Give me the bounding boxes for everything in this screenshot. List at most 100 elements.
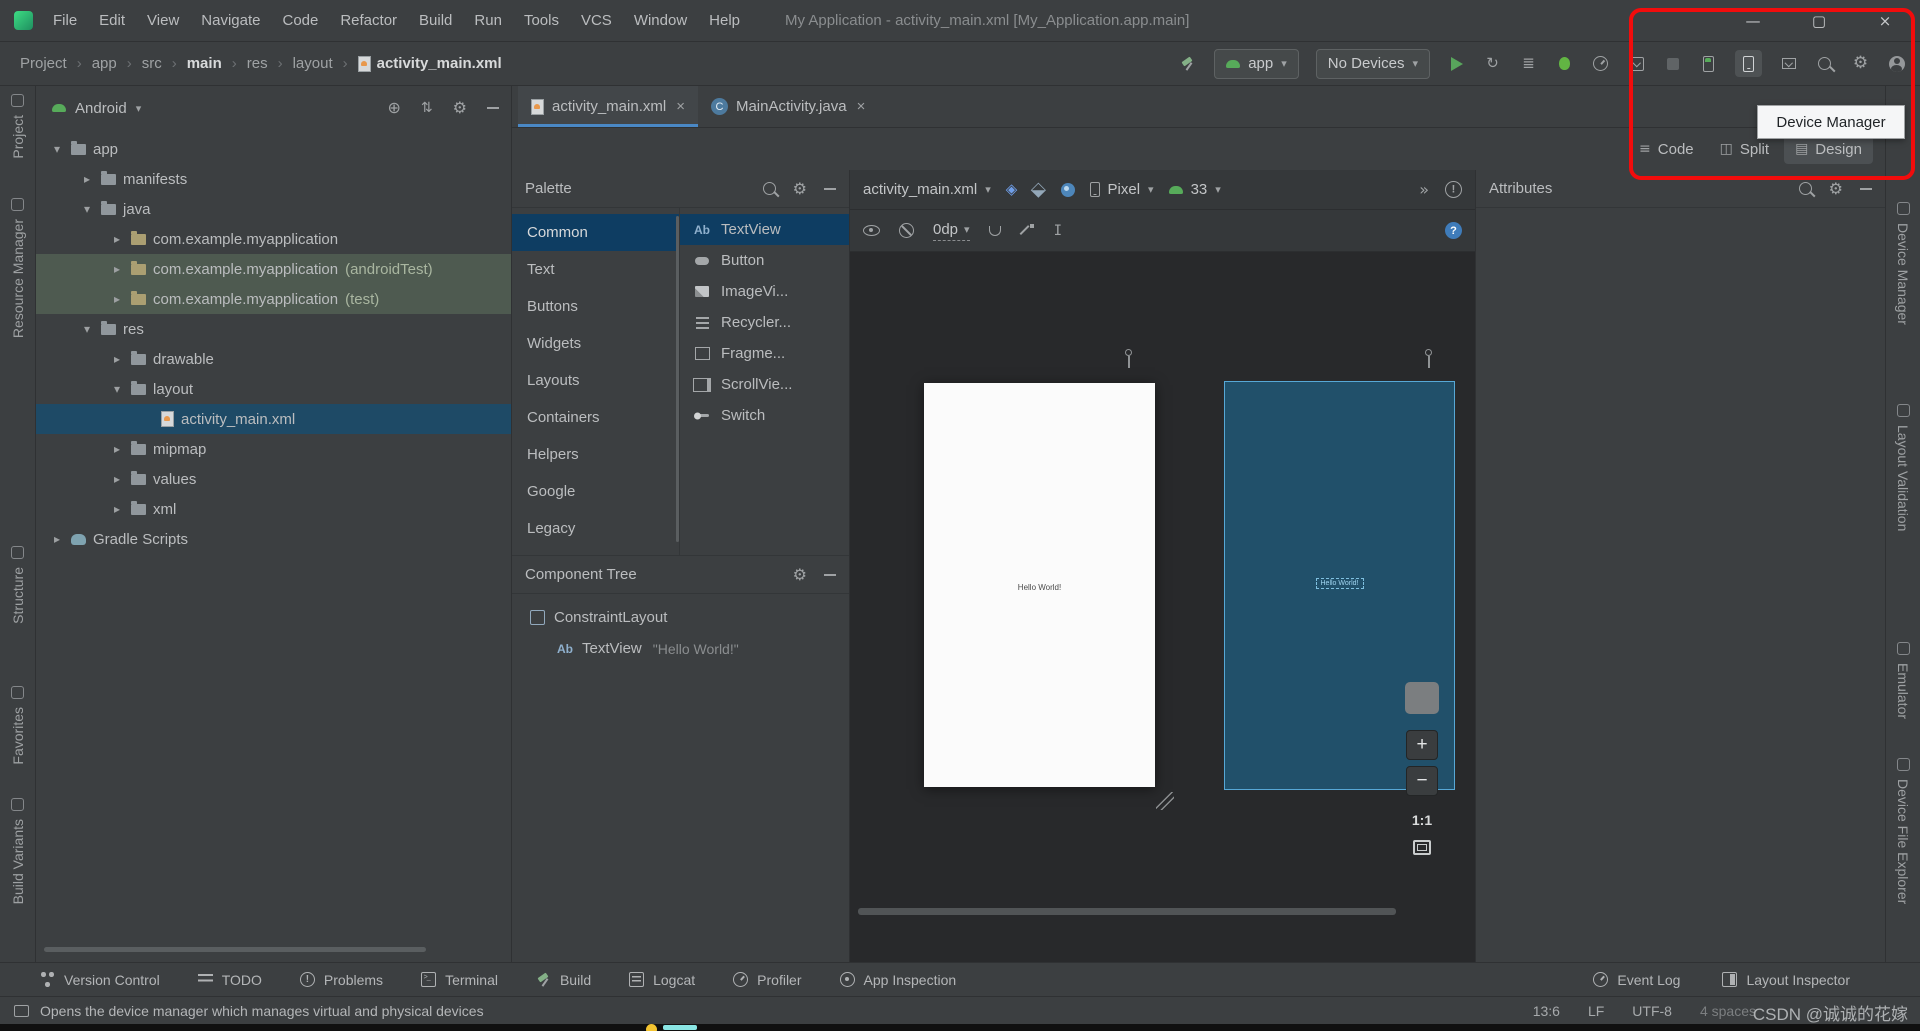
run-button[interactable] <box>1447 54 1466 73</box>
device-manager-icon[interactable] <box>1735 50 1762 77</box>
tree-item[interactable]: ▾ layout <box>36 374 511 404</box>
palette-scrollbar[interactable] <box>676 216 679 542</box>
tool-window-bar-item[interactable]: App Inspection <box>839 972 956 988</box>
palette-item[interactable]: Switch <box>680 400 849 431</box>
hide-panel-icon[interactable] <box>487 107 499 109</box>
tree-item[interactable]: ▸ xml <box>36 494 511 524</box>
attributes-hide-icon[interactable] <box>1860 187 1872 190</box>
blueprint-toggle-icon[interactable]: ◪ <box>1029 179 1050 200</box>
palette-item[interactable]: Fragme... <box>680 338 849 369</box>
palette-item[interactable]: ImageVi... <box>680 276 849 307</box>
palette-item[interactable]: Button <box>680 245 849 276</box>
tool-window-bar-item[interactable]: Profiler <box>733 972 802 988</box>
zoom-to-fit-icon[interactable] <box>1413 840 1431 855</box>
collapse-all-icon[interactable]: ⇅ <box>421 101 433 115</box>
zoom-in-button[interactable]: + <box>1406 730 1438 760</box>
toolbar-overflow-icon[interactable]: » <box>1419 181 1429 198</box>
palette-item[interactable]: ScrollVie... <box>680 369 849 400</box>
tree-item[interactable]: ▸ mipmap <box>36 434 511 464</box>
tool-window-bar-item[interactable]: TODO <box>197 972 262 988</box>
file-encoding[interactable]: UTF-8 <box>1632 1003 1672 1019</box>
tree-item[interactable]: ▾ res <box>36 314 511 344</box>
palette-category[interactable]: Helpers <box>512 436 679 473</box>
tree-item[interactable]: ▸ com.example.myapplication (androidTest… <box>36 254 511 284</box>
editor-tab[interactable]: activity_main.xml × <box>518 86 698 127</box>
breadcrumb-item[interactable]: layout <box>293 55 358 72</box>
palette-item[interactable]: Recycler... <box>680 307 849 338</box>
attach-debugger-icon[interactable] <box>1627 54 1646 73</box>
tree-item[interactable]: ▾ app <box>36 134 511 164</box>
preview-textview[interactable]: Hello World! <box>1018 583 1061 592</box>
avd-manager-icon[interactable] <box>1699 54 1718 73</box>
breadcrumb-item[interactable]: app <box>92 55 142 72</box>
build-hammer-icon[interactable] <box>1178 54 1197 73</box>
tool-window-bar-item[interactable]: Logcat <box>629 972 695 988</box>
palette-category[interactable]: Text <box>512 251 679 288</box>
device-selector[interactable]: No Devices ▾ <box>1315 48 1430 79</box>
breadcrumb-item[interactable]: Project <box>20 55 92 72</box>
cursor-position[interactable]: 13:6 <box>1533 1003 1560 1019</box>
palette-category[interactable]: Google <box>512 473 679 510</box>
tree-item[interactable]: activity_main.xml <box>36 404 511 434</box>
palette-category[interactable]: Containers <box>512 399 679 436</box>
editor-mode-button[interactable]: Code <box>1628 135 1705 164</box>
apply-code-changes-icon[interactable]: ≣ <box>1519 54 1538 73</box>
menu-item[interactable]: Run <box>463 6 513 36</box>
close-tab-icon[interactable]: × <box>676 98 685 115</box>
menu-item[interactable]: Window <box>623 6 698 36</box>
tree-item[interactable]: ▸ Gradle Scripts <box>36 524 511 554</box>
tree-item[interactable]: ▸ values <box>36 464 511 494</box>
locate-file-icon[interactable]: ⊕ <box>388 100 401 116</box>
component-tree-gear-icon[interactable]: ⚙ <box>793 566 807 583</box>
tree-item[interactable]: ▸ com.example.myapplication <box>36 224 511 254</box>
canvas-horizontal-scrollbar[interactable] <box>858 908 1396 915</box>
help-icon[interactable] <box>1445 222 1462 239</box>
palette-gear-icon[interactable]: ⚙ <box>793 180 807 197</box>
component-tree-item[interactable]: Ab TextView "Hello World!" <box>512 633 849 664</box>
debug-icon[interactable] <box>1555 54 1574 73</box>
breadcrumb-item[interactable]: res <box>247 55 293 72</box>
view-options-icon[interactable] <box>863 225 880 236</box>
editor-tab[interactable]: C MainActivity.java × <box>698 86 878 127</box>
indent-style[interactable]: 4 spaces <box>1700 1003 1756 1019</box>
tool-window-button[interactable]: Build Variants <box>0 798 35 904</box>
design-preview[interactable]: Hello World! <box>924 383 1155 787</box>
menu-item[interactable]: Help <box>698 6 751 36</box>
attributes-gear-icon[interactable]: ⚙ <box>1829 180 1843 197</box>
palette-category[interactable]: Widgets <box>512 325 679 362</box>
sdk-manager-icon[interactable] <box>1779 54 1798 73</box>
line-separator[interactable]: LF <box>1588 1003 1604 1019</box>
minimize-icon[interactable]: — <box>1742 12 1764 30</box>
zoom-ratio-button[interactable]: 1:1 <box>1412 812 1432 828</box>
design-surface-icon[interactable]: ◈ <box>1006 182 1018 197</box>
profile-avatar-icon[interactable] <box>1887 54 1906 73</box>
blueprint-textview[interactable]: Hello World! <box>1315 578 1364 589</box>
breadcrumb-item[interactable]: src <box>142 55 187 72</box>
zoom-out-button[interactable]: − <box>1406 766 1438 796</box>
tool-window-button[interactable]: Favorites <box>0 686 35 765</box>
design-canvas[interactable]: Hello World! Hello World! + − 1:1 <box>850 252 1475 962</box>
menu-item[interactable]: File <box>42 6 88 36</box>
apply-changes-icon[interactable]: ↻ <box>1483 54 1502 73</box>
maximize-icon[interactable]: ▢ <box>1808 12 1830 30</box>
attributes-search-icon[interactable] <box>1798 182 1812 195</box>
tree-item[interactable]: ▸ manifests <box>36 164 511 194</box>
tool-window-bar-item[interactable]: Build <box>536 972 591 988</box>
component-tree-hide-icon[interactable] <box>824 573 836 576</box>
menu-item[interactable]: Edit <box>88 6 136 36</box>
pointer-off-icon[interactable] <box>899 223 914 238</box>
infer-constraints-icon[interactable] <box>1020 223 1035 238</box>
tool-window-bar-item[interactable]: Event Log <box>1593 972 1680 988</box>
palette-category[interactable]: Layouts <box>512 362 679 399</box>
stop-icon[interactable] <box>1663 54 1682 73</box>
palette-hide-icon[interactable] <box>824 187 836 190</box>
tool-window-bar-item[interactable]: Terminal <box>421 972 498 988</box>
breadcrumb-item[interactable]: activity_main.xml <box>357 55 502 72</box>
menu-item[interactable]: Build <box>408 6 463 36</box>
tool-window-bar-item[interactable]: Problems <box>299 972 383 988</box>
tree-item[interactable]: ▾ java <box>36 194 511 224</box>
close-tab-icon[interactable]: × <box>857 98 866 115</box>
tree-item[interactable]: ▸ drawable <box>36 344 511 374</box>
pan-button[interactable] <box>1405 682 1439 714</box>
run-config-selector[interactable]: app ▾ <box>1214 48 1299 79</box>
